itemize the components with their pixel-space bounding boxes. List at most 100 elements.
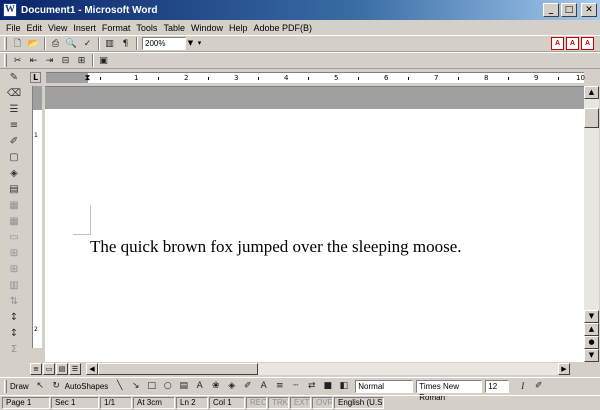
border-color-icon[interactable]: ✐ <box>5 134 23 150</box>
horizontal-scroll-thumb[interactable] <box>98 363 258 375</box>
font-select[interactable]: Times New Roman <box>416 379 483 402</box>
outline-demote-icon[interactable]: ⇥ <box>42 54 57 68</box>
oval-icon[interactable]: ○ <box>160 379 175 393</box>
menu-edit[interactable]: Edit <box>27 23 43 33</box>
free-rotate-icon[interactable]: ↻ <box>49 379 64 393</box>
document-text[interactable]: The quick brown fox jumped over the slee… <box>90 237 462 257</box>
scroll-left-button[interactable]: ◀ <box>86 363 98 375</box>
chevron-down-icon[interactable]: ▼ <box>186 37 195 50</box>
menu-file[interactable]: File <box>6 23 21 33</box>
borders-icon[interactable]: ▢ <box>5 150 23 166</box>
word-app-icon[interactable]: W <box>3 3 17 17</box>
line-color-icon[interactable]: ✐ <box>240 379 255 393</box>
horizontal-scrollbar[interactable]: ◀ ▶ <box>86 363 570 375</box>
select-objects-icon[interactable]: ↖ <box>33 379 48 393</box>
spelling-icon[interactable]: ✓ <box>80 37 95 51</box>
split-cells-icon[interactable]: ▦ <box>5 214 23 230</box>
toolbar-grip[interactable] <box>4 37 7 50</box>
rectangle-icon[interactable]: □ <box>144 379 159 393</box>
pdf-review-icon[interactable]: A <box>581 37 594 50</box>
close-button[interactable]: ✕ <box>581 3 597 17</box>
status-language[interactable]: English (U.S <box>334 397 384 409</box>
toolbar-options-icon[interactable]: ▾ <box>195 37 204 50</box>
document-area[interactable]: The quick brown fox jumped over the slee… <box>45 86 584 362</box>
format-painter-icon[interactable]: ✂ <box>10 54 25 68</box>
insert-picture-icon[interactable]: ▣ <box>96 54 111 68</box>
shadow-icon[interactable]: ■ <box>320 379 335 393</box>
scroll-thumb[interactable] <box>584 108 599 128</box>
web-layout-view-button[interactable]: ▭ <box>43 363 55 375</box>
line-style-icon[interactable]: ☰ <box>5 102 23 118</box>
menu-format[interactable]: Format <box>102 23 131 33</box>
outline-promote-icon[interactable]: ⇤ <box>26 54 41 68</box>
arrow-icon[interactable]: ↘ <box>128 379 143 393</box>
pdf-convert-icon[interactable]: A <box>551 37 564 50</box>
scroll-right-button[interactable]: ▶ <box>558 363 570 375</box>
maximize-button[interactable]: □ <box>561 3 577 17</box>
wordart-icon[interactable]: A <box>192 379 207 393</box>
text-box-icon[interactable]: ▤ <box>176 379 191 393</box>
menu-tools[interactable]: Tools <box>136 23 157 33</box>
merge-cells-icon[interactable]: ▦ <box>5 198 23 214</box>
line-icon[interactable]: ╲ <box>112 379 127 393</box>
3d-icon[interactable]: ◧ <box>336 379 351 393</box>
arrow-style-icon[interactable]: ⇄ <box>304 379 319 393</box>
font-color-icon[interactable]: A <box>256 379 271 393</box>
menu-help[interactable]: Help <box>229 23 248 33</box>
toolbar-grip[interactable] <box>4 379 7 393</box>
toolbar-grip[interactable] <box>4 54 7 67</box>
status-ext[interactable]: EXT <box>290 397 311 409</box>
columns-icon[interactable]: ▥ <box>102 37 117 51</box>
minimize-button[interactable]: _ <box>543 3 559 17</box>
italic-icon[interactable]: I <box>515 379 530 393</box>
distribute-columns-icon[interactable]: ⊞ <box>5 262 23 278</box>
distribute-rows-icon[interactable]: ⊞ <box>5 246 23 262</box>
outline-expand-icon[interactable]: ⊞ <box>74 54 89 68</box>
scroll-down-button[interactable]: ▼ <box>584 310 599 323</box>
sort-descending-icon[interactable]: ↕ <box>5 326 23 342</box>
show-formatting-icon[interactable]: ¶ <box>118 37 133 51</box>
highlight-icon[interactable]: ✐ <box>531 379 546 393</box>
status-trk[interactable]: TRK <box>268 397 289 409</box>
vertical-scrollbar[interactable]: ▲ ▼ ▲ ● ▼ <box>584 86 599 362</box>
dash-style-icon[interactable]: ┄ <box>288 379 303 393</box>
pencil-icon[interactable]: ✎ <box>5 70 23 86</box>
menu-table[interactable]: Table <box>163 23 185 33</box>
autoformat-icon[interactable]: ▥ <box>5 278 23 294</box>
eraser-icon[interactable]: ⌫ <box>5 86 23 102</box>
print-icon[interactable]: ⎙ <box>48 37 63 51</box>
new-icon[interactable]: 🗋 <box>10 37 25 51</box>
print-layout-view-button[interactable]: ▤ <box>56 363 68 375</box>
line-weight-icon[interactable]: ≡ <box>5 118 23 134</box>
status-rec[interactable]: REC <box>246 397 267 409</box>
open-icon[interactable]: 📂 <box>26 37 41 51</box>
font-size-select[interactable]: 12 <box>485 379 510 393</box>
normal-view-button[interactable]: ≡ <box>30 363 42 375</box>
shading-icon[interactable]: ◈ <box>5 166 23 182</box>
previous-page-button[interactable]: ▲ <box>584 323 599 336</box>
align-icon[interactable]: ▭ <box>5 230 23 246</box>
style-select[interactable]: Normal <box>355 379 414 393</box>
menu-view[interactable]: View <box>48 23 67 33</box>
menu-window[interactable]: Window <box>191 23 223 33</box>
outline-view-button[interactable]: ☰ <box>69 363 81 375</box>
menu-adobe-pdf[interactable]: Adobe PDF(B) <box>253 23 312 33</box>
vertical-ruler[interactable]: 1 2 <box>32 86 42 348</box>
insert-table-icon[interactable]: ▤ <box>5 182 23 198</box>
indent-marker-icon[interactable]: ⧗ <box>84 73 91 83</box>
scroll-up-button[interactable]: ▲ <box>584 86 599 99</box>
tab-selector[interactable]: L <box>30 72 41 83</box>
autosum-icon[interactable]: Σ <box>5 342 23 358</box>
fill-color-icon[interactable]: ◈ <box>224 379 239 393</box>
browse-object-button[interactable]: ● <box>584 336 599 349</box>
sort-ascending-icon[interactable]: ↕ <box>5 310 23 326</box>
menu-insert[interactable]: Insert <box>73 23 96 33</box>
outline-collapse-icon[interactable]: ⊟ <box>58 54 73 68</box>
zoom-select[interactable]: 200% <box>142 37 186 50</box>
autoshapes-menu-button[interactable]: AutoShapes <box>65 382 109 391</box>
print-preview-icon[interactable]: 🔍 <box>64 37 79 51</box>
horizontal-ruler[interactable]: ⧗ 1 2 3 4 5 6 7 8 9 10 <box>46 72 585 83</box>
pdf-email-icon[interactable]: A <box>566 37 579 50</box>
line-style-icon[interactable]: ≡ <box>272 379 287 393</box>
status-ovr[interactable]: OVR <box>312 397 333 409</box>
